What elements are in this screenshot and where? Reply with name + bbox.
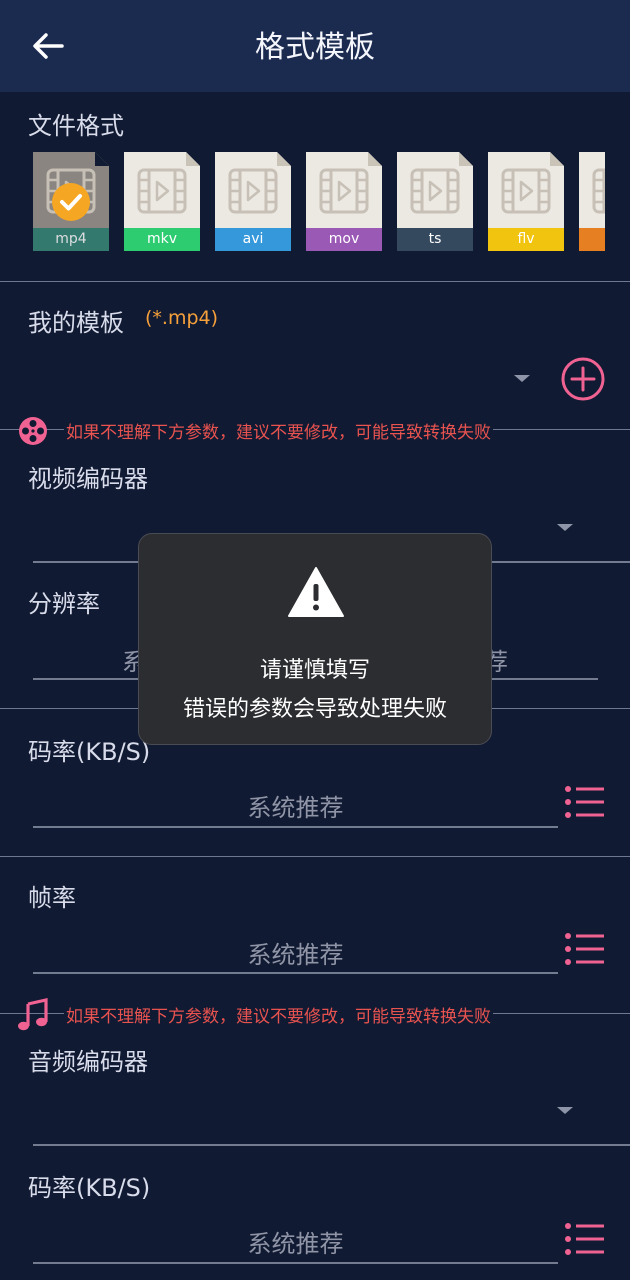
format-label: mov [306, 228, 382, 251]
format-mp4[interactable]: mp4 [33, 152, 109, 251]
audio-warning-text: 如果不理解下方参数，建议不要修改，可能导致转换失败 [64, 1002, 493, 1027]
format-label: mp4 [33, 228, 109, 251]
audio-bitrate-label: 码率(KB/S) [28, 1174, 151, 1202]
format-ts[interactable]: ts [397, 152, 473, 251]
format-label: avi [215, 228, 291, 251]
file-fold [550, 152, 564, 166]
file-fold [277, 152, 291, 166]
warning-toast: 请谨慎填写 错误的参数会导致处理失败 [138, 533, 492, 745]
video-bitrate-input[interactable]: 系统推荐 [33, 788, 558, 823]
video-codec-dropdown-arrow[interactable] [557, 524, 573, 531]
video-file-icon [592, 168, 605, 214]
format-list: mp4 mkvavimovtsflvw [33, 152, 605, 252]
audio-codec-label: 音频编码器 [28, 1048, 148, 1076]
video-file-icon [319, 168, 369, 214]
format-mkv[interactable]: mkv [124, 152, 200, 251]
video-warning-text: 如果不理解下方参数，建议不要修改，可能导致转换失败 [64, 418, 493, 443]
audio-bitrate-input[interactable]: 系统推荐 [33, 1224, 558, 1259]
film-reel-icon [19, 417, 47, 445]
divider [0, 856, 630, 857]
format-w[interactable]: w [579, 152, 605, 251]
list-icon[interactable] [564, 785, 606, 819]
my-template-label: 我的模板 [28, 309, 124, 337]
template-format-suffix: (*.mp4) [145, 307, 219, 329]
audio-codec-underline [33, 1144, 630, 1146]
toast-message-1: 请谨慎填写 [259, 658, 370, 683]
audio-warning: 如果不理解下方参数，建议不要修改，可能导致转换失败 [0, 997, 630, 1031]
video-file-icon [137, 168, 187, 214]
list-icon[interactable] [564, 932, 606, 966]
toast-message-2: 错误的参数会导致处理失败 [182, 697, 447, 722]
list-icon[interactable] [564, 1222, 606, 1256]
file-fold [459, 152, 473, 166]
frame-rate-input[interactable]: 系统推荐 [33, 935, 558, 970]
format-flv[interactable]: flv [488, 152, 564, 251]
warning-triangle-icon [288, 567, 344, 617]
format-avi[interactable]: avi [215, 152, 291, 251]
frame-rate-label: 帧率 [28, 884, 76, 912]
page-title: 格式模板 [255, 30, 375, 65]
video-warning: 如果不理解下方参数，建议不要修改，可能导致转换失败 [0, 413, 630, 447]
app-bar: 格式模板 [0, 0, 630, 92]
audio-bitrate-underline [33, 1262, 558, 1264]
video-bitrate-underline [33, 826, 558, 828]
format-label: w [579, 228, 605, 251]
format-label: flv [488, 228, 564, 251]
video-file-icon [228, 168, 278, 214]
video-file-icon [501, 168, 551, 214]
video-codec-label: 视频编码器 [28, 465, 148, 493]
check-icon [52, 183, 90, 221]
video-file-icon [410, 168, 460, 214]
file-format-label: 文件格式 [28, 112, 124, 140]
plus-circle-icon[interactable] [560, 356, 606, 402]
music-note-icon [18, 998, 48, 1031]
file-fold [95, 152, 109, 166]
audio-codec-dropdown-arrow[interactable] [557, 1107, 573, 1114]
video-bitrate-label: 码率(KB/S) [28, 738, 151, 766]
format-mov[interactable]: mov [306, 152, 382, 251]
file-fold [368, 152, 382, 166]
template-dropdown-arrow[interactable] [514, 375, 530, 382]
format-label: mkv [124, 228, 200, 251]
format-label: ts [397, 228, 473, 251]
frame-rate-underline [33, 972, 558, 974]
resolution-label: 分辨率 [28, 590, 100, 618]
file-fold [186, 152, 200, 166]
divider [0, 281, 630, 282]
